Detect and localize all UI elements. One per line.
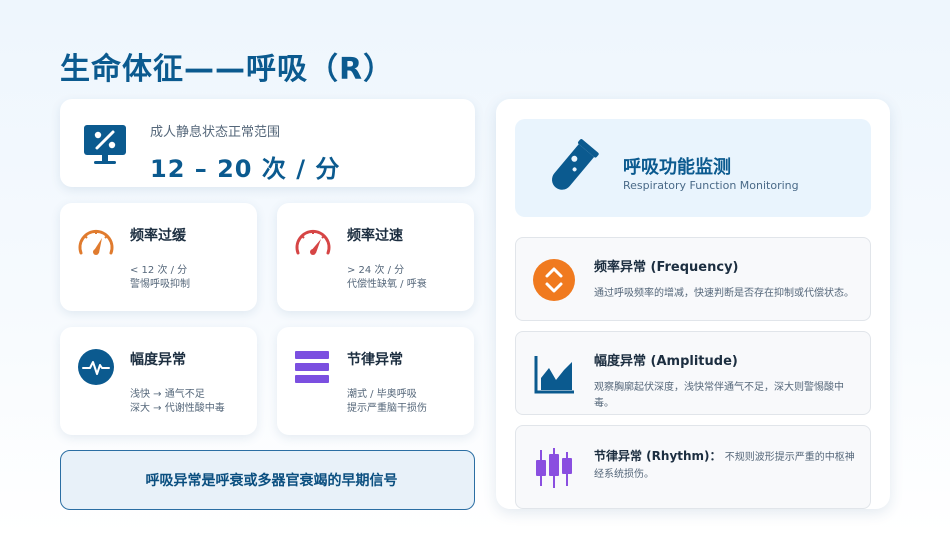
gauge-slow-icon — [76, 223, 116, 267]
card-amplitude: 幅度异常 浅快 → 通气不足 深大 → 代谢性酸中毒 — [60, 327, 257, 435]
page-title: 生命体征——呼吸（R） — [60, 52, 395, 87]
item-title: 频率异常 (Frequency) — [594, 260, 739, 275]
card-title: 频率过缓 — [130, 228, 186, 244]
card-title: 节律异常 — [347, 352, 403, 368]
card-title: 幅度异常 — [130, 352, 186, 368]
item-title: 节律异常 (Rhythm)： — [594, 449, 722, 463]
candlestick-icon — [532, 446, 576, 494]
card-line-2: 提示严重脑干损伤 — [347, 403, 427, 414]
item-frequency: 频率异常 (Frequency) 通过呼吸频率的增减，快速判断是否存在抑制或代偿… — [515, 237, 871, 321]
warning-banner: 呼吸异常是呼衰或多器官衰竭的早期信号 — [60, 450, 475, 510]
card-rhythm: 节律异常 潮式 / 毕奥呼吸 提示严重脑干损伤 — [277, 327, 474, 435]
item-rhythm-text: 节律异常 (Rhythm)： 不规则波形提示严重的中枢神经系统损伤。 — [594, 448, 860, 483]
card-line-1: < 12 次 / 分 — [130, 265, 188, 276]
gauge-fast-icon — [293, 223, 333, 267]
normal-range-value: 12 – 20 次 / 分 — [150, 155, 341, 183]
card-line-2: 深大 → 代谢性酸中毒 — [130, 403, 225, 414]
bars-icon — [293, 347, 333, 391]
monitoring-panel: 呼吸功能监测 Respiratory Function Monitoring 频… — [496, 99, 890, 509]
heartbeat-icon — [76, 347, 116, 391]
card-line-1: 浅快 → 通气不足 — [130, 389, 205, 400]
panel-subtitle: Respiratory Function Monitoring — [623, 179, 799, 192]
card-line-2: 警惕呼吸抑制 — [130, 279, 190, 290]
item-amplitude: 幅度异常 (Amplitude) 观察胸廓起伏深度，浅快常伴通气不足，深大则警惕… — [515, 331, 871, 415]
card-slow-rate: 频率过缓 < 12 次 / 分 警惕呼吸抑制 — [60, 203, 257, 311]
panel-header: 呼吸功能监测 Respiratory Function Monitoring — [515, 119, 871, 217]
test-tube-icon — [539, 137, 603, 205]
panel-title: 呼吸功能监测 — [623, 157, 731, 178]
item-desc: 通过呼吸频率的增减，快速判断是否存在抑制或代偿状态。 — [594, 288, 854, 299]
item-rhythm: 节律异常 (Rhythm)： 不规则波形提示严重的中枢神经系统损伤。 — [515, 425, 871, 509]
normal-range-card: 成人静息状态正常范围 12 – 20 次 / 分 — [60, 99, 475, 187]
warning-text: 呼吸异常是呼衰或多器官衰竭的早期信号 — [145, 473, 398, 489]
item-desc: 观察胸廓起伏深度，浅快常伴通气不足，深大则警惕酸中毒。 — [594, 382, 844, 409]
up-down-arrows-icon — [532, 258, 576, 306]
card-title: 频率过速 — [347, 228, 403, 244]
area-chart-icon — [532, 352, 576, 400]
normal-range-label: 成人静息状态正常范围 — [150, 125, 281, 140]
card-line-2: 代偿性缺氧 / 呼衰 — [347, 279, 427, 290]
card-line-1: 潮式 / 毕奥呼吸 — [347, 389, 417, 400]
item-title: 幅度异常 (Amplitude) — [594, 354, 738, 369]
card-line-1: > 24 次 / 分 — [347, 265, 405, 276]
monitor-percent-icon — [82, 121, 128, 171]
card-fast-rate: 频率过速 > 24 次 / 分 代偿性缺氧 / 呼衰 — [277, 203, 474, 311]
